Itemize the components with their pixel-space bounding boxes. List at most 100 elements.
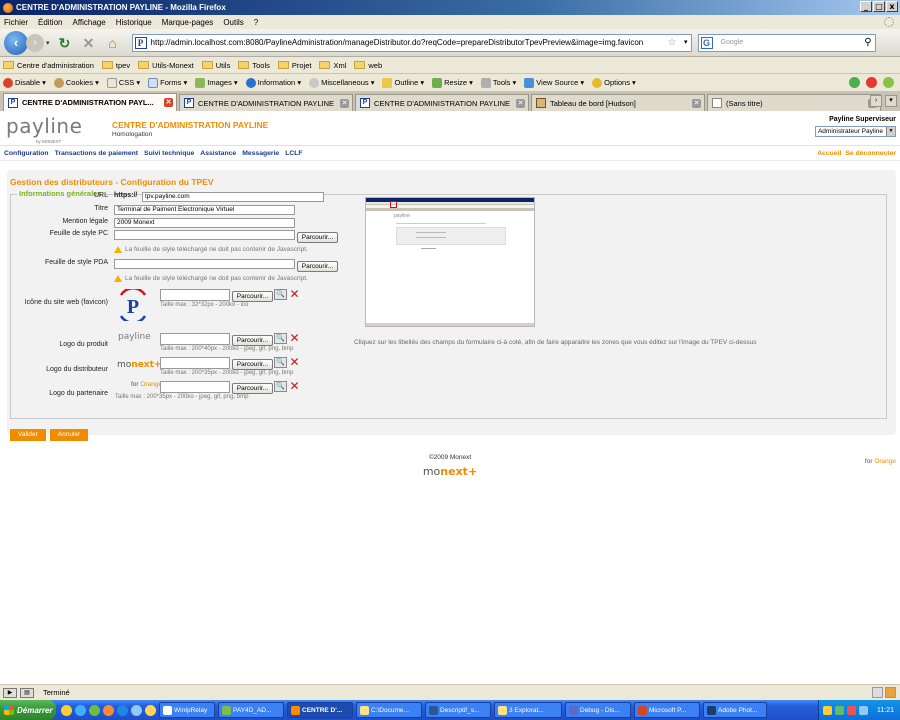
logo-produit-file-input[interactable] [160,333,230,345]
favicon-preview-button[interactable]: 🔍 [274,289,287,300]
menu-historique[interactable]: Historique [116,18,152,27]
menu-edition[interactable]: Édition [38,18,62,27]
menu-fichier[interactable]: Fichier [4,18,28,27]
css-pc-file-input[interactable] [114,230,295,240]
bookmark-star-icon[interactable]: ☆ [668,37,677,48]
quicklaunch-icon[interactable] [61,704,72,716]
task-debug[interactable]: Debug - Dis... [565,702,631,718]
error-icon[interactable] [866,77,877,88]
tab-3[interactable]: P CENTRE D'ADMINISTRATION PAYLINE ✕ [355,94,529,111]
dev-view-source[interactable]: View Source ▾ [524,77,584,88]
dev-disable[interactable]: Disable ▾ [3,77,46,88]
mention-input[interactable]: 2009 Monext [114,218,295,228]
bookmark-utils[interactable]: Utils [201,61,230,70]
bookmark-web[interactable]: web [354,61,382,70]
url-input[interactable]: tpv.payline.com [142,192,324,202]
nav-suivi-technique[interactable]: Suivi technique [144,150,194,157]
tab-2[interactable]: P CENTRE D'ADMINISTRATION PAYLINE ✕ [179,94,353,111]
tab-5[interactable]: (Sans titre) ✕ [707,94,881,111]
tab-close-icon[interactable]: ✕ [164,98,173,107]
nav-logout[interactable]: Se déconnecter [845,150,896,157]
check-ok-icon[interactable] [849,77,860,88]
css-pc-label[interactable]: Feuille de style PC [11,230,108,237]
chevron-down-icon[interactable]: ▼ [886,127,895,136]
quicklaunch-icon[interactable] [131,704,142,716]
tab-list-icon[interactable]: ▾ [885,95,897,107]
forward-button[interactable]: › [26,33,44,52]
logo-partner-preview-button[interactable]: 🔍 [274,381,287,392]
back-button[interactable]: ‹ [4,30,28,55]
favicon-label[interactable]: Icône du site web (favicon) [11,298,108,307]
tab-close-icon[interactable]: ✕ [692,99,701,108]
cancel-button[interactable]: Annuler [49,429,89,441]
task-pay4d[interactable]: PAY4D_AD... [218,702,284,718]
css-pda-browse-button[interactable]: Parcourir... [297,261,338,272]
tray-icon[interactable] [835,705,844,715]
user-profile-select[interactable]: Administrateur Payline ▼ [814,126,896,137]
dev-information[interactable]: Information ▾ [245,77,301,88]
status-firebug-icon[interactable] [885,687,896,698]
tray-icon[interactable] [847,705,856,715]
dev-miscellaneous[interactable]: Miscellaneous ▾ [309,77,374,88]
nav-configuration[interactable]: Configuration [4,150,49,157]
bookmark-centre-admin[interactable]: Centre d'administration [3,61,94,70]
dev-images[interactable]: Images ▾ [195,77,238,88]
nav-assistance[interactable]: Assistance [200,150,236,157]
menu-marque-pages[interactable]: Marque-pages [162,18,214,27]
quicklaunch-icon[interactable] [89,704,100,716]
logo-produit-preview-button[interactable]: 🔍 [274,333,287,344]
dev-resize[interactable]: Resize ▾ [432,77,473,88]
bookmark-projet[interactable]: Projet [277,61,311,70]
minimize-button[interactable]: _ [860,1,872,12]
nav-transactions[interactable]: Transactions de paiement [55,150,138,157]
favicon-browse-button[interactable]: Parcourir... [232,291,273,302]
logo-partner-delete-icon[interactable]: ✕ [289,380,300,392]
menu-outils[interactable]: Outils [223,18,243,27]
tab-close-icon[interactable]: ✕ [340,99,349,108]
quicklaunch-icon[interactable] [103,704,114,716]
dev-cookies[interactable]: Cookies ▾ [53,77,99,88]
mention-label[interactable]: Mention légale [11,218,108,225]
dev-forms[interactable]: Forms ▾ [148,77,187,88]
tray-icon[interactable] [823,705,832,715]
titre-input[interactable]: Terminal de Paiment Electronique Virtuel [114,205,295,215]
task-firefox[interactable]: CENTRE D'... [287,702,353,718]
close-window-button[interactable]: x [886,1,898,12]
bookmark-utils-monext[interactable]: Utils-Monext [138,61,194,70]
dev-outline[interactable]: Outline ▾ [382,77,424,88]
status-console-icon[interactable]: ▤ [20,687,34,698]
dev-css[interactable]: CSS ▾ [106,77,140,88]
stop-icon[interactable]: ✕ [80,34,98,52]
task-winiprelay[interactable]: WinIpRelay [159,702,215,718]
tray-icon[interactable] [859,705,868,715]
payline-logo[interactable]: payline by MONEXT [6,114,82,144]
task-descriptif[interactable]: Descriptif_s... [425,702,491,718]
task-explorations[interactable]: 3 Explorat... [494,702,562,718]
url-bar[interactable]: P http://admin.localhost.com:8080/Paylin… [131,33,692,52]
status-addon-icon[interactable] [872,687,883,698]
css-pc-browse-button[interactable]: Parcourir... [297,232,338,243]
tab-4[interactable]: Tableau de bord [Hudson] ✕ [531,94,705,111]
quicklaunch-icon[interactable] [75,704,86,716]
tab-scroll-icon[interactable]: › [870,95,882,107]
maximize-button[interactable]: □ [873,1,885,12]
css-pda-file-input[interactable] [114,259,295,269]
logo-produit-label[interactable]: Logo du produit [11,341,108,348]
logo-distrib-file-input[interactable] [160,357,230,369]
tab-close-icon[interactable]: ✕ [516,99,525,108]
quicklaunch-icon[interactable] [117,704,128,716]
task-photoshop[interactable]: Adobe Phot... [703,702,767,718]
nav-messagerie[interactable]: Messagerie [242,150,279,157]
search-icon[interactable]: ⚲ [864,37,871,48]
bookmark-xml[interactable]: Xml [319,61,346,70]
logo-distrib-label[interactable]: Logo du distributeur [11,366,108,373]
task-microsoft[interactable]: Microsoft P... [634,702,700,718]
logo-partner-browse-button[interactable]: Parcourir... [232,383,273,394]
tab-1[interactable]: P CENTRE D'ADMINISTRATION PAYL... ✕ [3,93,177,111]
nav-lclf[interactable]: LCLF [285,150,302,157]
home-icon[interactable]: ⌂ [104,34,122,52]
menu-aide[interactable]: ? [254,18,258,27]
titre-label[interactable]: Titre [11,205,108,212]
validate-button[interactable]: Valider [10,429,46,441]
url-dropdown-icon[interactable]: ▾ [684,38,688,46]
